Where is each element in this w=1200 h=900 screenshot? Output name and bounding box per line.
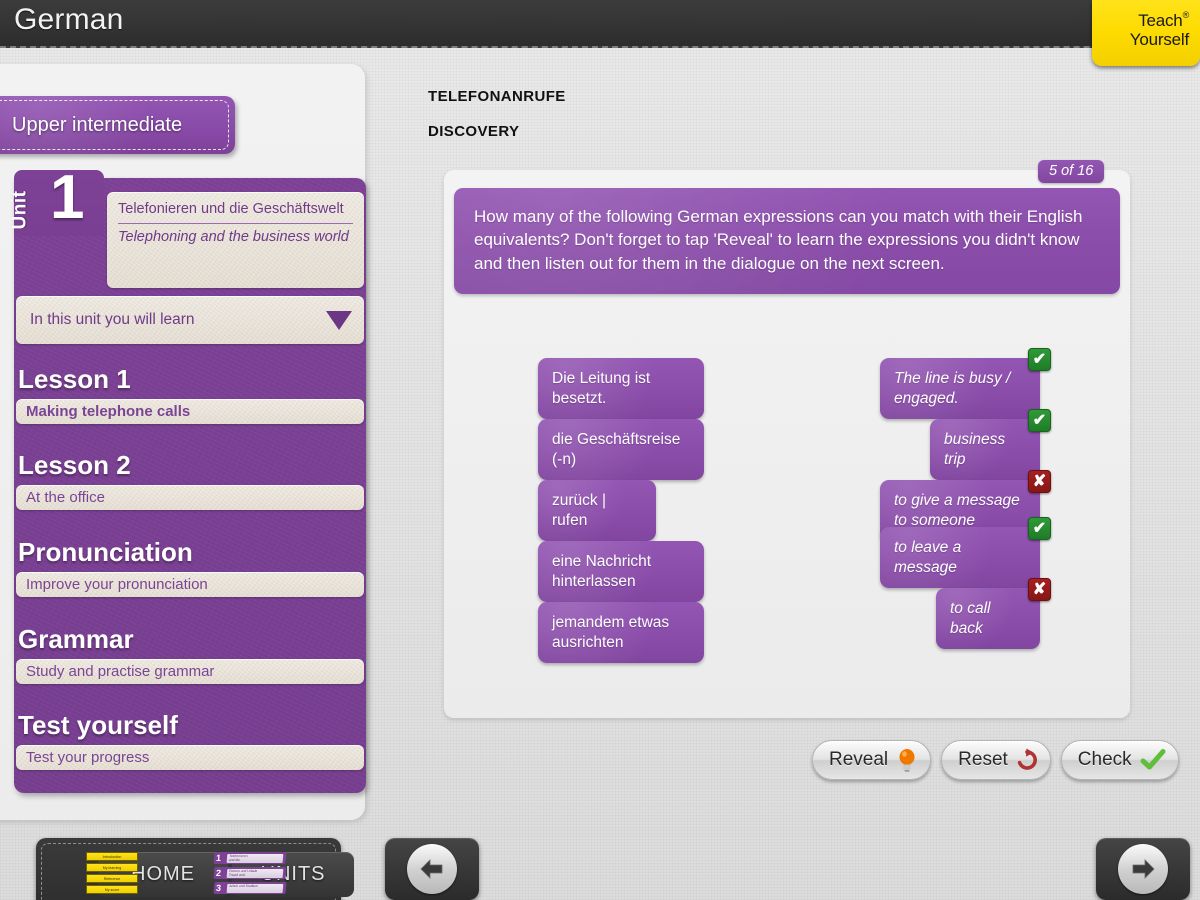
lesson-heading: Lesson 1 (16, 366, 364, 393)
action-button-bar: Reveal Reset Check (812, 740, 1179, 780)
level-badge-label: Upper intermediate (0, 114, 182, 137)
units-thumb-row: 2 Reisen und UrlaubTravel and (213, 867, 286, 879)
unit-tab-number: 1 (50, 167, 84, 229)
check-button-label: Check (1078, 749, 1132, 771)
english-translation-card[interactable]: to call back (936, 588, 1040, 649)
home-thumb-tab: My score (86, 885, 138, 894)
units-thumb-row-line2: und die (229, 858, 240, 862)
german-expression-card[interactable]: zurück | rufen (538, 480, 656, 541)
units-thumb-row-bar: Arbeit und Studium (227, 884, 284, 893)
units-thumb-row: 1 Telefonierenund die (213, 852, 286, 864)
content-panel: How many of the following German express… (444, 170, 1130, 718)
back-button[interactable] (385, 838, 479, 900)
lesson-item-4[interactable]: Grammar Study and practise grammar (16, 626, 364, 684)
registered-mark-icon: ® (1183, 10, 1189, 20)
next-button[interactable] (1096, 838, 1190, 900)
units-thumb-row-line1: Arbeit und Studium (229, 884, 258, 888)
unit-title-box: Telefonieren und die Geschäftswelt Telep… (107, 192, 364, 288)
german-expression-card[interactable]: eine Nachricht hinterlassen (538, 541, 704, 602)
level-badge[interactable]: Upper intermediate (0, 96, 235, 154)
incorrect-badge-icon: ✘ (1028, 578, 1051, 601)
lesson-subtitle[interactable]: Test your progress (16, 745, 364, 770)
checkmark-icon (1140, 748, 1166, 772)
lesson-heading: Lesson 2 (16, 452, 364, 479)
section-heading-unit: TELEFONANRUFE (428, 88, 566, 105)
lesson-subtitle[interactable]: Improve your pronunciation (16, 572, 364, 597)
correct-badge-icon: ✔ (1028, 409, 1051, 432)
logo-line-2: Yourself (1092, 30, 1189, 49)
german-expression-card[interactable]: Die Leitung ist besetzt. (538, 358, 704, 419)
progress-badge: 5 of 16 (1038, 160, 1104, 183)
english-translation-card[interactable]: business trip (930, 419, 1040, 480)
refresh-icon (1016, 748, 1038, 772)
units-thumb-row: 3 Arbeit und Studium (213, 882, 286, 894)
correct-badge-icon: ✔ (1028, 348, 1051, 371)
arrow-right-icon (1118, 844, 1168, 894)
lightbulb-icon (896, 748, 918, 772)
lesson-item-5[interactable]: Test yourself Test your progress (16, 712, 364, 770)
section-heading-activity: DISCOVERY (428, 123, 519, 140)
unit-tab-word: Unit (9, 191, 31, 230)
lesson-subtitle[interactable]: At the office (16, 485, 364, 510)
home-thumbnail[interactable]: Introduction My learning Reference My score (86, 852, 144, 898)
units-thumb-row-bar: Reisen und UrlaubTravel and (227, 869, 284, 878)
lesson-heading: Grammar (16, 626, 364, 653)
correct-badge-icon: ✔ (1028, 517, 1051, 540)
reset-button-label: Reset (958, 749, 1008, 771)
lesson-item-1[interactable]: Lesson 1 Making telephone calls (16, 366, 364, 424)
lesson-item-2[interactable]: Lesson 2 At the office (16, 452, 364, 510)
lesson-item-3[interactable]: Pronunciation Improve your pronunciation (16, 539, 364, 597)
incorrect-badge-icon: ✘ (1028, 470, 1051, 493)
lesson-heading: Test yourself (16, 712, 364, 739)
course-title: German (14, 3, 124, 37)
units-thumb-row-number: 2 (215, 867, 221, 879)
lesson-subtitle[interactable]: Making telephone calls (16, 399, 364, 424)
units-thumb-row-number: 3 (215, 882, 221, 894)
reveal-button-label: Reveal (829, 749, 888, 771)
unit-tab: Unit 1 (14, 170, 104, 236)
unit-title-english: Telephoning and the business world (118, 224, 353, 247)
matching-exercise-area: Die Leitung ist besetzt.die Geschäftsrei… (454, 348, 1120, 708)
english-translation-card[interactable]: The line is busy / engaged. (880, 358, 1040, 419)
home-thumb-tab: Reference (86, 874, 138, 883)
instruction-box: How many of the following German express… (454, 188, 1120, 294)
units-thumb-row-number: 1 (215, 852, 221, 864)
reset-button[interactable]: Reset (941, 740, 1051, 780)
home-thumb-tab: Introduction (86, 852, 138, 861)
lesson-heading: Pronunciation (16, 539, 364, 566)
german-expression-card[interactable]: jemandem etwas ausrichten (538, 602, 704, 663)
german-expression-card[interactable]: die Geschäftsreise (-n) (538, 419, 704, 480)
bottom-nav-bar: HOME UNITS IntroductionMy learningRefere… (36, 838, 341, 900)
units-thumb-row-bar: Telefonierenund die (227, 854, 284, 863)
top-bar: German Teach® Yourself (0, 0, 1200, 48)
arrow-left-icon (407, 844, 457, 894)
units-thumbnail[interactable]: 1 Telefonierenund die 2 Reisen und UrlaubTr… (214, 852, 288, 898)
instruction-text: How many of the following German express… (474, 205, 1100, 275)
home-thumb-tab: My learning (86, 863, 138, 872)
app-root: German Teach® Yourself Upper intermediat… (0, 0, 1200, 900)
english-translation-card[interactable]: to leave a message (880, 527, 1040, 588)
chevron-down-icon[interactable] (326, 311, 352, 330)
lesson-subtitle[interactable]: Study and practise grammar (16, 659, 364, 684)
unit-title-german: Telefonieren und die Geschäftswelt (118, 201, 353, 224)
reveal-button[interactable]: Reveal (812, 740, 931, 780)
check-button[interactable]: Check (1061, 740, 1179, 780)
teach-yourself-logo: Teach® Yourself (1092, 0, 1200, 66)
unit-learn-dropdown[interactable]: In this unit you will learn (16, 296, 364, 344)
unit-learn-dropdown-label: In this unit you will learn (30, 311, 195, 329)
logo-line-1: Teach® (1092, 11, 1189, 30)
units-thumb-row-line2: Travel and (229, 873, 245, 877)
